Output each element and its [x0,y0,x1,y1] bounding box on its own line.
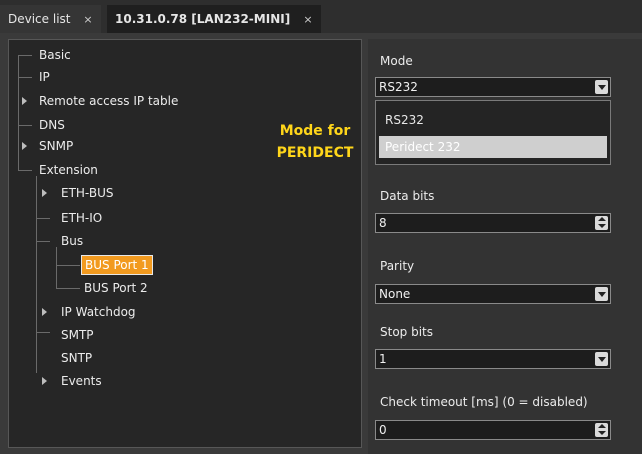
tree-item-basic[interactable]: Basic [39,46,71,64]
data-bits-label: Data bits [380,189,435,203]
tree-line [36,218,50,219]
check-timeout-label: Check timeout [ms] (0 = disabled) [380,395,588,409]
parity-select[interactable]: None [375,284,611,304]
tab-device-config-label: 10.31.0.78 [LAN232-MINI] [115,12,291,26]
chevron-down-icon[interactable] [595,80,608,94]
tree-line [56,288,80,289]
tree-item-smtp[interactable]: SMTP [61,326,94,344]
mode-select[interactable]: RS232 [375,77,611,97]
tree-line [36,176,37,373]
tree-item-ip[interactable]: IP [39,68,50,86]
parity-value: None [379,287,411,301]
mode-dropdown-list: RS232 Peridect 232 [375,100,611,165]
data-bits-spinner[interactable]: 8 [375,213,611,233]
tree-line [36,332,50,333]
stop-bits-value: 1 [379,352,387,366]
tab-device-list[interactable]: Device list × [0,5,101,33]
tab-bar: Device list × 10.31.0.78 [LAN232-MINI] × [0,0,642,33]
spinner-arrows-icon[interactable] [595,423,608,437]
mode-option-rs232[interactable]: RS232 [379,109,607,131]
tree-item-snmp[interactable]: SNMP [39,137,73,155]
tree-item-eth-io[interactable]: ETH-IO [61,209,102,227]
tree-line [36,241,50,242]
tree-item-remote-access[interactable]: Remote access IP table [39,92,178,110]
tree-item-events[interactable]: Events [61,372,102,390]
expand-arrow-icon[interactable] [42,377,47,385]
chevron-down-icon[interactable] [595,287,608,301]
tree-line [18,77,32,78]
annotation-line-2: PERIDECT [276,145,354,161]
parity-label: Parity [380,259,415,273]
close-icon[interactable]: × [303,13,312,26]
mode-option-peridect-232[interactable]: Peridect 232 [379,136,607,158]
tree-item-bus-port-2[interactable]: BUS Port 2 [84,279,148,297]
stop-bits-label: Stop bits [380,325,434,339]
close-icon[interactable]: × [83,13,92,26]
tree-item-dns[interactable]: DNS [39,116,65,134]
tree-line [18,170,32,171]
tree-item-eth-bus[interactable]: ETH-BUS [61,184,113,202]
tree-item-extension[interactable]: Extension [39,161,98,179]
expand-arrow-icon[interactable] [22,142,27,150]
expand-arrow-icon[interactable] [42,189,47,197]
tree-item-ip-watchdog[interactable]: IP Watchdog [61,303,136,321]
stop-bits-select[interactable]: 1 [375,349,611,369]
tree-item-bus-port-1[interactable]: BUS Port 1 [81,255,153,275]
tree-item-bus[interactable]: Bus [61,232,83,250]
spinner-arrows-icon[interactable] [595,216,608,230]
expand-arrow-icon[interactable] [22,97,27,105]
chevron-down-icon[interactable] [595,352,608,366]
tree-item-sntp[interactable]: SNTP [61,349,92,367]
tree-line [18,125,32,126]
mode-value: RS232 [379,80,418,94]
tab-device-config[interactable]: 10.31.0.78 [LAN232-MINI] × [107,5,321,33]
annotation-line-1: Mode for [279,123,351,139]
expand-arrow-icon[interactable] [42,308,47,316]
tree-line [56,247,57,288]
tree-line [18,55,19,170]
tree-line [18,55,32,56]
tab-device-list-label: Device list [8,12,71,26]
check-timeout-spinner[interactable]: 0 [375,420,611,440]
tree-line [56,265,80,266]
mode-label: Mode [380,54,413,68]
check-timeout-value: 0 [379,423,387,437]
data-bits-value: 8 [379,216,387,230]
